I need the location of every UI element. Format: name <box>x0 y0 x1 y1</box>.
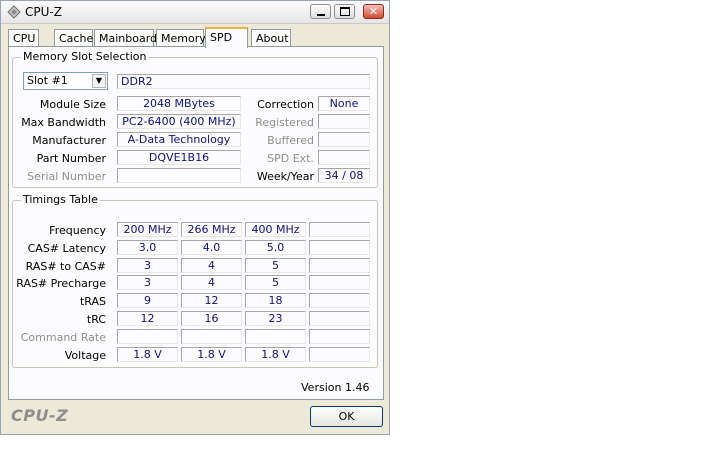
max-bandwidth-label: Max Bandwidth <box>21 116 106 129</box>
slot-select[interactable]: Slot #1 ▼ <box>23 72 108 90</box>
timing-row-label: RAS# to CAS# <box>25 260 106 273</box>
timing-cell <box>309 311 370 326</box>
timing-row-label: RAS# Precharge <box>16 277 106 290</box>
memory-slot-group-title: Memory Slot Selection <box>21 50 149 63</box>
minimize-button[interactable] <box>310 4 331 19</box>
timing-cell <box>181 329 242 344</box>
timing-cell: 9 <box>117 293 178 308</box>
memory-type-field: DDR2 <box>117 74 370 89</box>
timing-row-label: tRC <box>86 313 106 326</box>
serial-number-field <box>117 168 241 183</box>
tab-spd[interactable]: SPD <box>205 27 248 48</box>
timing-cell: 4 <box>181 258 242 273</box>
timing-row-label: Frequency <box>49 224 106 237</box>
timings-group-title: Timings Table <box>21 193 100 206</box>
correction-field: None <box>318 96 370 111</box>
timing-row-label: Voltage <box>64 349 106 362</box>
timing-cell: 3 <box>117 275 178 290</box>
timing-cell <box>309 258 370 273</box>
timing-cell: 266 MHz <box>181 222 242 237</box>
timing-cell: 5 <box>245 258 306 273</box>
timing-cell <box>309 222 370 237</box>
maximize-button[interactable] <box>334 4 355 19</box>
timing-cell: 4.0 <box>181 240 242 255</box>
timing-row-label: Command Rate <box>20 331 106 344</box>
close-button[interactable]: ✕ <box>363 4 384 19</box>
tab-memory[interactable]: Memory <box>156 29 206 47</box>
timing-cell <box>245 329 306 344</box>
tab-mainboard[interactable]: Mainboard <box>94 29 157 47</box>
timing-cell: 12 <box>117 311 178 326</box>
timing-cell <box>309 347 370 362</box>
timing-cell: 5 <box>245 275 306 290</box>
timing-cell <box>309 240 370 255</box>
buffered-label: Buffered <box>267 134 314 147</box>
timing-cell: 23 <box>245 311 306 326</box>
timing-cell: 3.0 <box>117 240 178 255</box>
ok-button[interactable]: OK <box>310 406 383 427</box>
timing-cell: 16 <box>181 311 242 326</box>
slot-select-value: Slot #1 <box>27 74 68 87</box>
minimize-icon <box>316 13 325 16</box>
cpuz-logo: CPU-Z <box>11 406 69 425</box>
spd-ext-label: SPD Ext. <box>267 152 314 165</box>
timing-row-label: CAS# Latency <box>27 242 106 255</box>
week-year-label: Week/Year <box>256 170 314 183</box>
timing-cell <box>309 329 370 344</box>
timing-cell: 4 <box>181 275 242 290</box>
timing-cell: 1.8 V <box>181 347 242 362</box>
tab-cpu[interactable]: CPU <box>8 29 39 47</box>
tab-about[interactable]: About <box>251 29 291 47</box>
spd-panel: Memory Slot Selection Slot #1 ▼ DDR2 Mod… <box>8 46 384 400</box>
timing-cell: 200 MHz <box>117 222 178 237</box>
close-icon: ✕ <box>368 5 379 18</box>
registered-label: Registered <box>255 116 314 129</box>
manufacturer-field: A-Data Technology <box>117 132 241 147</box>
module-size-label: Module Size <box>39 98 106 111</box>
part-number-label: Part Number <box>36 152 106 165</box>
correction-label: Correction <box>257 98 314 111</box>
tab-cache[interactable]: Cache <box>54 29 93 47</box>
timing-cell: 5.0 <box>245 240 306 255</box>
timing-cell <box>309 275 370 290</box>
timing-cell <box>117 329 178 344</box>
cpuz-window: CPU-Z ✕ CPU Cache Mainboard Memory SPD A… <box>0 0 390 435</box>
timing-cell: 400 MHz <box>245 222 306 237</box>
buffered-field <box>318 132 370 147</box>
registered-field <box>318 114 370 129</box>
version-label: Version 1.46 <box>301 381 370 394</box>
timing-row-label: tRAS <box>79 295 106 308</box>
chevron-down-icon[interactable]: ▼ <box>92 74 106 88</box>
cpuz-app-icon <box>7 5 21 19</box>
timing-cell: 1.8 V <box>245 347 306 362</box>
maximize-icon <box>339 7 350 16</box>
title-bar[interactable]: CPU-Z ✕ <box>1 1 389 24</box>
timing-cell: 1.8 V <box>117 347 178 362</box>
timing-cell <box>309 293 370 308</box>
timing-cell: 18 <box>245 293 306 308</box>
timing-cell: 3 <box>117 258 178 273</box>
memory-slot-group: Memory Slot Selection Slot #1 ▼ DDR2 Mod… <box>12 50 378 188</box>
timings-group: Timings Table Frequency 200 MHz 266 MHz 400… <box>12 193 378 368</box>
window-title: CPU-Z <box>25 5 62 19</box>
manufacturer-label: Manufacturer <box>32 134 106 147</box>
module-size-field: 2048 MBytes <box>117 96 241 111</box>
serial-number-label: Serial Number <box>27 170 106 183</box>
timing-cell: 12 <box>181 293 242 308</box>
max-bandwidth-field: PC2-6400 (400 MHz) <box>117 114 241 129</box>
spd-ext-field <box>318 150 370 165</box>
week-year-field: 34 / 08 <box>318 168 370 183</box>
part-number-field: DQVE1B16 <box>117 150 241 165</box>
